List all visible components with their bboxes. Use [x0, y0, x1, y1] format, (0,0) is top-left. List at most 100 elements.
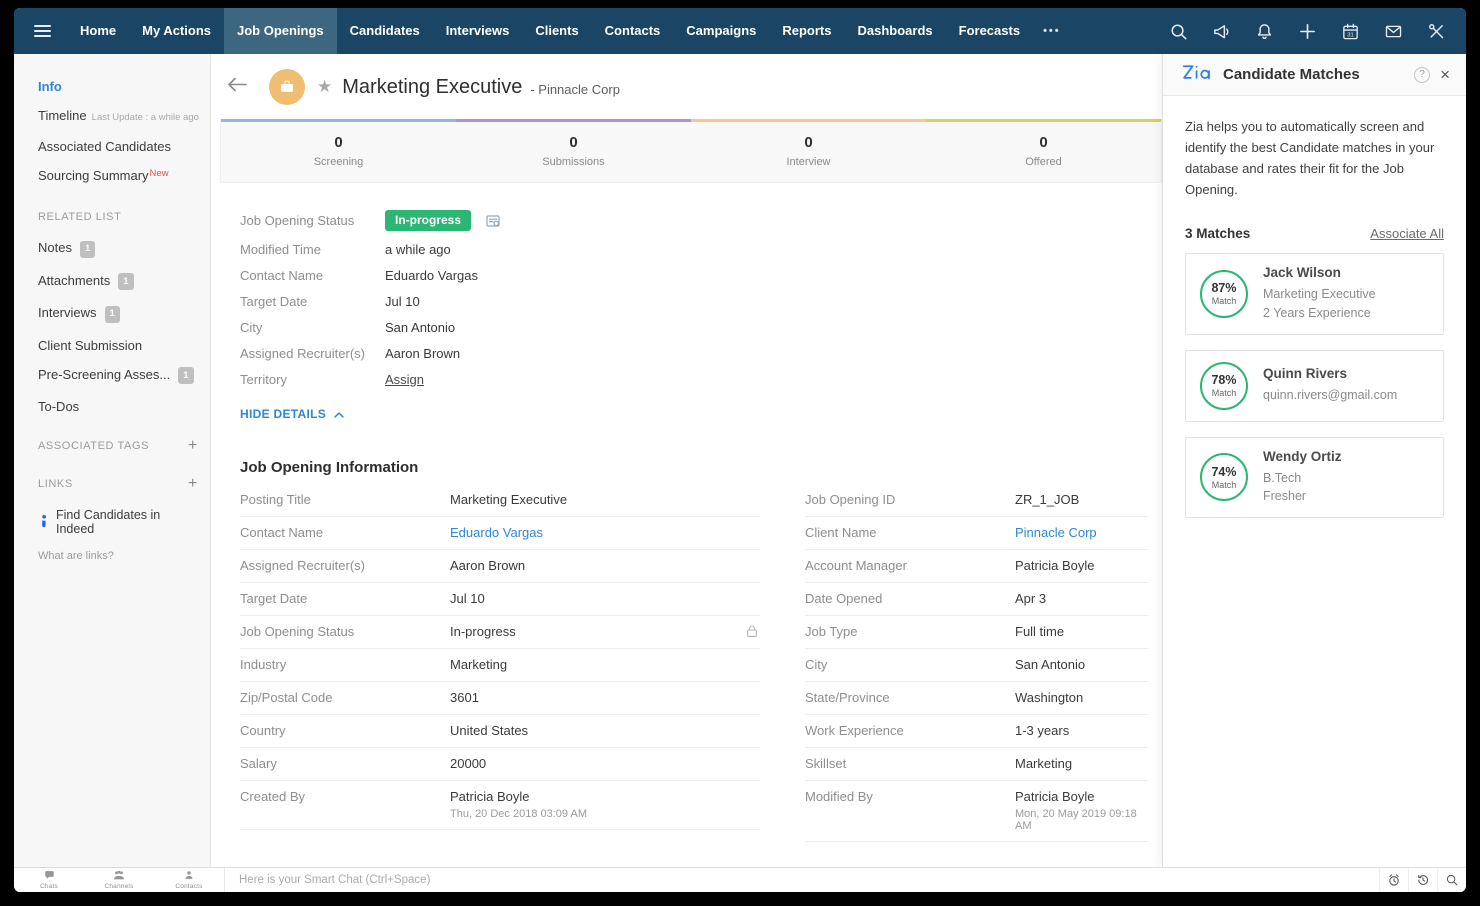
search-icon[interactable] — [1437, 868, 1466, 892]
field-row: Client Name Pinnacle Corp — [805, 517, 1148, 550]
nav-item-clients[interactable]: Clients — [522, 8, 591, 54]
associated-tags-header: ASSOCIATED TAGS + — [38, 437, 198, 454]
candidate-name[interactable]: Jack Wilson — [1263, 265, 1376, 280]
sidebar-item-info[interactable]: Info — [38, 80, 198, 94]
nav-item-my-actions[interactable]: My Actions — [129, 8, 224, 54]
candidate-name[interactable]: Quinn Rivers — [1263, 366, 1397, 381]
stage-count: 0 — [569, 134, 578, 151]
calendar-icon[interactable]: 31 — [1341, 22, 1360, 41]
hide-details-toggle[interactable]: HIDE DETAILS — [240, 407, 1162, 421]
quick-row-territory: Territory Assign — [240, 367, 1162, 393]
chat-tab-channels[interactable]: Channels — [84, 868, 154, 892]
chevron-up-icon — [334, 407, 344, 421]
sidebar-item-client-submission[interactable]: Client Submission — [38, 338, 198, 353]
favorite-star-icon[interactable]: ★ — [317, 77, 332, 97]
quick-row-status: Job Opening Status In-progress — [240, 205, 1162, 237]
count-badge: 1 — [118, 273, 134, 290]
stage-count: 0 — [334, 134, 343, 151]
sidebar-item-notes[interactable]: Notes 1 — [38, 240, 198, 259]
top-navigation: Home My Actions Job Openings Candidates … — [14, 8, 1466, 54]
nav-item-home[interactable]: Home — [67, 8, 129, 54]
candidate-card[interactable]: 87% Match Jack Wilson Marketing Executiv… — [1185, 253, 1444, 335]
nav-item-job-openings[interactable]: Job Openings — [223, 8, 337, 54]
svg-text:31: 31 — [1347, 32, 1354, 38]
channels-people-icon — [113, 870, 125, 882]
field-label: City — [240, 320, 263, 335]
search-icon[interactable] — [1169, 22, 1188, 41]
setup-tools-icon[interactable] — [1427, 22, 1446, 41]
notification-bell-icon[interactable] — [1255, 22, 1274, 41]
nav-item-forecasts[interactable]: Forecasts — [946, 8, 1033, 54]
candidate-card[interactable]: 78% Match Quinn Rivers quinn.rivers@gmai… — [1185, 349, 1444, 422]
stage-label: Offered — [1025, 156, 1062, 168]
nav-item-interviews[interactable]: Interviews — [433, 8, 523, 54]
add-icon[interactable] — [1298, 22, 1317, 41]
sidebar-item-label: Info — [38, 79, 62, 94]
chat-bar-actions — [1379, 868, 1466, 892]
hamburger-menu-icon[interactable] — [34, 22, 51, 40]
sidebar-item-interviews[interactable]: Interviews 1 — [38, 305, 198, 324]
smart-chat-input[interactable] — [224, 868, 1379, 892]
nav-item-candidates[interactable]: Candidates — [337, 8, 433, 54]
modified-timestamp: Mon, 20 May 2019 09:18 AM — [1015, 808, 1137, 832]
field-row: State/Province Washington — [805, 682, 1148, 715]
sidebar-item-to-dos[interactable]: To-Dos — [38, 400, 198, 414]
sidebar-item-pre-screening[interactable]: Pre-Screening Asses... 1 — [38, 367, 198, 386]
pipeline-stage-interview[interactable]: 0 Interview — [691, 119, 926, 182]
field-row: Zip/Postal Code 3601 — [240, 682, 760, 715]
client-link[interactable]: Pinnacle Corp — [1015, 525, 1097, 540]
field-value: Eduardo Vargas — [385, 268, 478, 283]
job-opening-avatar-briefcase-icon — [269, 69, 305, 105]
pipeline-stage-screening[interactable]: 0 Screening — [221, 119, 456, 182]
reminder-clock-icon[interactable] — [1379, 868, 1408, 892]
nav-item-campaigns[interactable]: Campaigns — [673, 8, 769, 54]
chat-tab-contacts[interactable]: Contacts — [154, 868, 224, 892]
chat-tab-chats[interactable]: Chats — [14, 868, 84, 892]
matches-toolbar: 3 Matches Associate All — [1163, 200, 1466, 253]
what-are-links[interactable]: What are links? — [38, 550, 198, 562]
more-icon[interactable]: ••• — [1033, 8, 1071, 54]
history-icon[interactable] — [1408, 868, 1437, 892]
add-link-button[interactable]: + — [188, 476, 198, 492]
count-badge: 1 — [79, 240, 96, 258]
field-label: Target Date — [240, 294, 308, 309]
field-label: Territory — [240, 372, 287, 387]
announcement-icon[interactable] — [1212, 22, 1231, 41]
quick-row: Assigned Recruiter(s) Aaron Brown — [240, 341, 1162, 367]
candidate-card[interactable]: 74% Match Wendy Ortiz B.Tech Fresher — [1185, 436, 1444, 519]
field-value: a while ago — [385, 242, 451, 257]
stage-label: Interview — [786, 156, 831, 168]
nav-icon-group: 31 — [1169, 22, 1446, 41]
mail-icon[interactable] — [1384, 22, 1403, 41]
associate-all-link[interactable]: Associate All — [1370, 226, 1444, 241]
back-arrow-button[interactable] — [217, 77, 257, 97]
nav-item-dashboards[interactable]: Dashboards — [845, 8, 946, 54]
client-subtitle[interactable]: - Pinnacle Corp — [530, 82, 620, 97]
close-icon[interactable]: × — [1440, 66, 1450, 83]
pipeline-stage-offered[interactable]: 0 Offered — [926, 119, 1161, 182]
status-history-icon[interactable] — [485, 213, 501, 229]
help-icon[interactable]: ? — [1414, 66, 1431, 83]
main-nav: Home My Actions Job Openings Candidates … — [67, 8, 1071, 54]
assign-territory-link[interactable]: Assign — [385, 372, 424, 387]
contact-link[interactable]: Eduardo Vargas — [450, 525, 543, 540]
sidebar-item-timeline[interactable]: Timeline Last Update : a while ago — [38, 108, 199, 125]
sidebar-item-attachments[interactable]: Attachments 1 — [38, 273, 198, 292]
field-row: Posting Title Marketing Executive — [240, 484, 760, 517]
candidate-name[interactable]: Wendy Ortiz — [1263, 449, 1342, 464]
find-candidates-indeed-link[interactable]: Find Candidates in Indeed — [38, 508, 198, 536]
nav-item-contacts[interactable]: Contacts — [592, 8, 674, 54]
nav-item-reports[interactable]: Reports — [769, 8, 844, 54]
created-timestamp: Thu, 20 Dec 2018 03:09 AM — [450, 808, 587, 820]
sidebar-item-sourcing-summary[interactable]: Sourcing Summary New — [38, 168, 198, 185]
sidebar-item-associated-candidates[interactable]: Associated Candidates — [38, 140, 198, 154]
main-content: ★ Marketing Executive - Pinnacle Corp 0 … — [211, 54, 1162, 867]
sidebar-item-label: Timeline — [38, 108, 87, 123]
field-value: Aaron Brown — [385, 346, 461, 361]
field-row: Skillset Marketing — [805, 748, 1148, 781]
add-tag-button[interactable]: + — [188, 438, 198, 454]
stage-label: Screening — [313, 156, 364, 168]
field-row: Country United States — [240, 715, 760, 748]
pipeline-stage-submissions[interactable]: 0 Submissions — [456, 119, 691, 182]
panel-title: Candidate Matches — [1223, 66, 1360, 83]
